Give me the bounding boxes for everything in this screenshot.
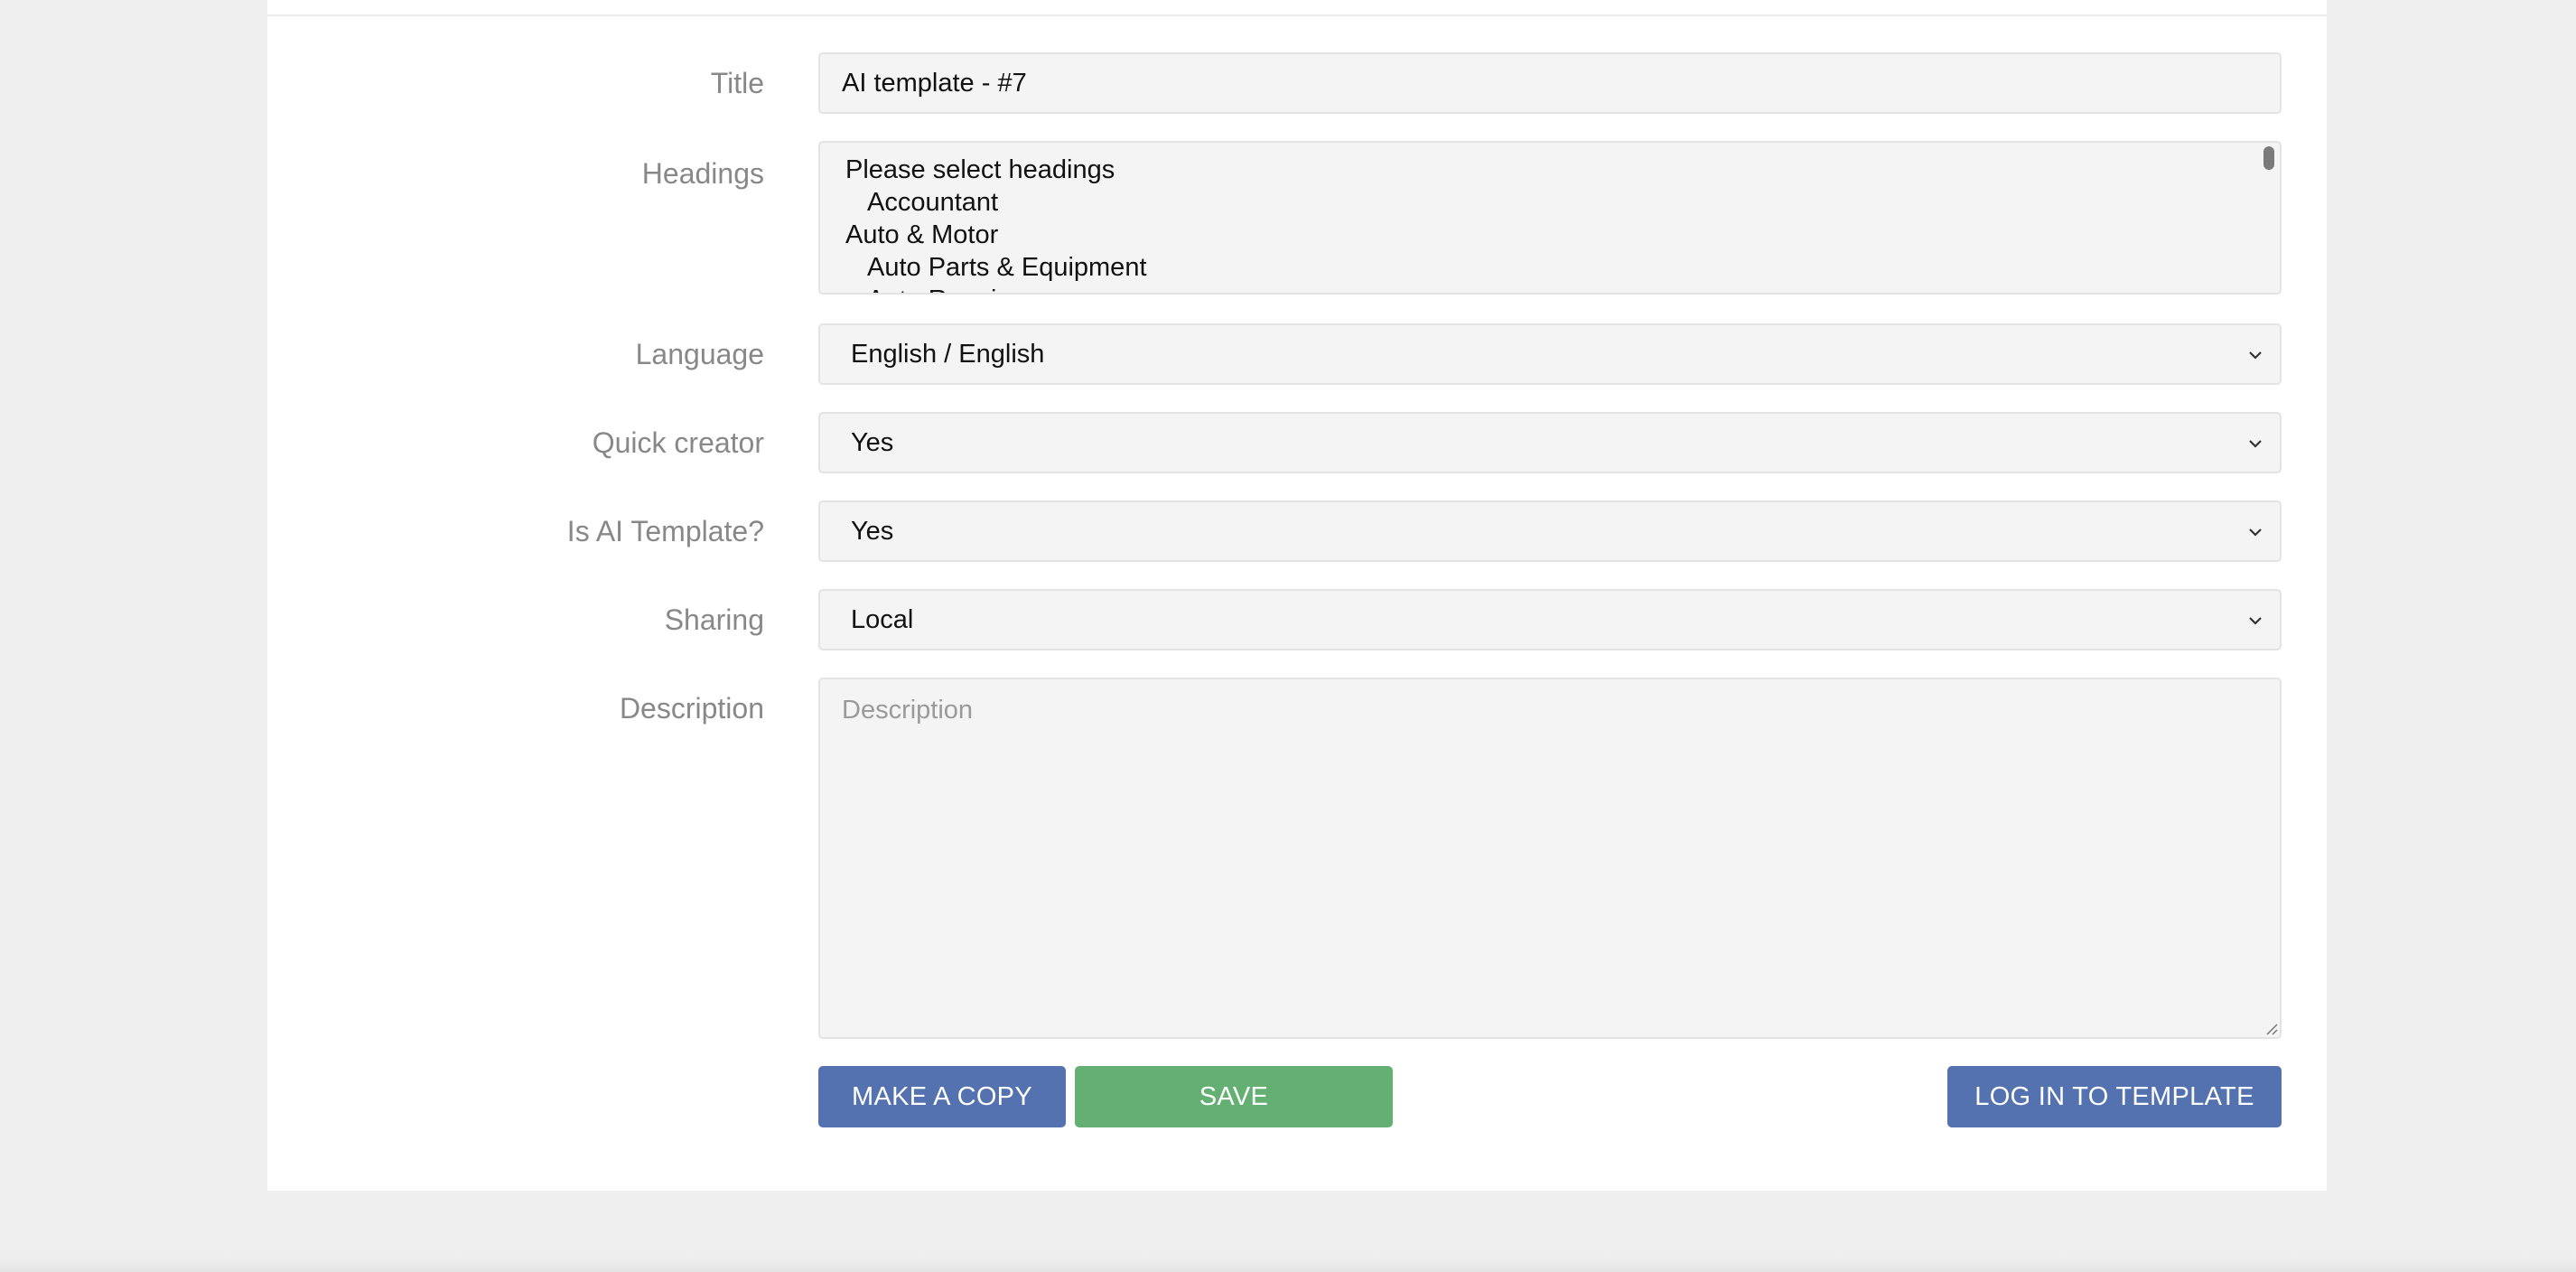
sharing-select[interactable]: Local xyxy=(818,589,2282,650)
quick-creator-select-value: Yes xyxy=(851,428,894,457)
chevron-down-icon xyxy=(2249,617,2262,625)
resize-grip-icon[interactable] xyxy=(2263,1021,2278,1035)
description-label: Description xyxy=(619,692,764,725)
title-input[interactable]: AI template - #7 xyxy=(818,52,2282,114)
title-label: Title xyxy=(710,67,764,99)
language-select-value: English / English xyxy=(851,340,1045,369)
heading-option[interactable]: Accountant xyxy=(845,186,2254,219)
save-button[interactable]: SAVE xyxy=(1075,1066,1393,1127)
panel-divider xyxy=(267,14,2327,16)
description-placeholder: Description xyxy=(842,696,974,725)
heading-option[interactable]: Auto & Motor xyxy=(845,219,2254,251)
is-ai-template-label: Is AI Template? xyxy=(566,515,764,547)
headings-label: Headings xyxy=(641,157,764,190)
description-textarea[interactable]: Description xyxy=(818,678,2282,1039)
page-bottom-edge xyxy=(0,1256,2576,1272)
sharing-label: Sharing xyxy=(664,603,764,636)
heading-option[interactable]: Please select headings xyxy=(845,154,2254,186)
quick-creator-label: Quick creator xyxy=(592,426,764,459)
language-select[interactable]: English / English xyxy=(818,323,2282,385)
is-ai-template-select-value: Yes xyxy=(851,517,894,546)
quick-creator-select[interactable]: Yes xyxy=(818,412,2282,473)
make-copy-button[interactable]: MAKE A COPY xyxy=(818,1066,1066,1127)
sharing-select-value: Local xyxy=(851,605,914,634)
listbox-scrollbar-thumb[interactable] xyxy=(2263,146,2274,170)
is-ai-template-select[interactable]: Yes xyxy=(818,500,2282,562)
chevron-down-icon xyxy=(2249,351,2262,360)
heading-option[interactable]: Auto Repair xyxy=(845,284,2254,293)
template-settings-panel: Title AI template - #7 Headings Please s… xyxy=(267,0,2327,1191)
heading-option[interactable]: Auto Parts & Equipment xyxy=(845,251,2254,284)
chevron-down-icon xyxy=(2249,528,2262,537)
chevron-down-icon xyxy=(2249,440,2262,448)
log-in-to-template-button[interactable]: LOG IN TO TEMPLATE xyxy=(1947,1066,2282,1127)
title-input-value: AI template - #7 xyxy=(842,69,1027,98)
language-label: Language xyxy=(635,338,764,370)
headings-listbox[interactable]: Please select headings Accountant Auto & M… xyxy=(818,141,2282,295)
